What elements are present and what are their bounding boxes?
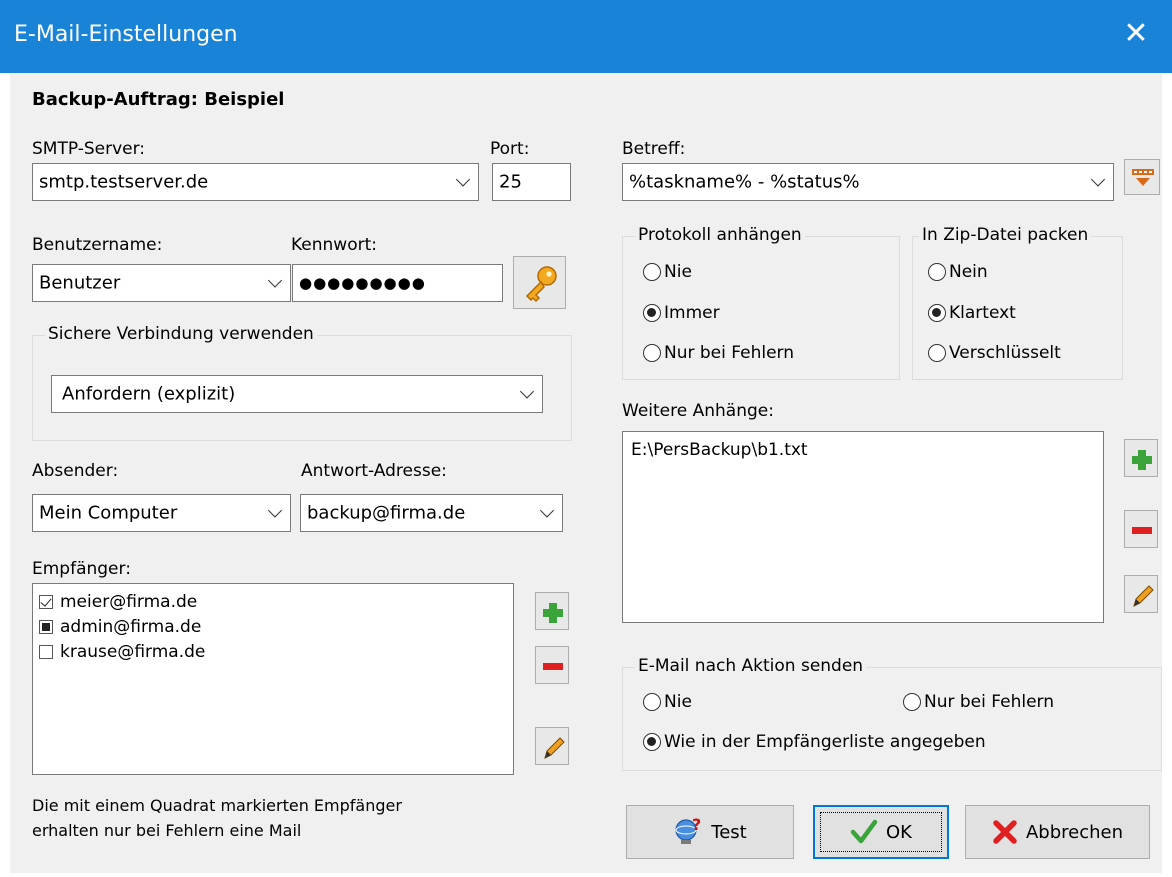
test-button-label: Test [711, 821, 747, 843]
password-input[interactable]: ●●●●●●●●● [292, 264, 503, 302]
placeholder-menu-button[interactable] [1124, 159, 1160, 195]
checkmark-icon [850, 819, 878, 844]
recipients-label: Empfänger: [32, 559, 131, 579]
test-network-icon: ? [675, 817, 702, 844]
recipient-address: krause@firma.de [60, 642, 206, 662]
zip-encrypted-radio[interactable]: Verschlüsselt [928, 343, 1061, 363]
username-value: Benutzer [39, 272, 121, 294]
ok-button-label: OK [886, 821, 912, 843]
svg-text:?: ? [692, 817, 701, 834]
chevron-down-icon [1090, 172, 1106, 187]
chevron-down-icon [455, 172, 471, 187]
recipient-address: admin@firma.de [60, 617, 202, 637]
key-button[interactable] [513, 256, 566, 309]
secure-connection-combo[interactable]: Anfordern (explizit) [51, 375, 543, 413]
attach-log-group: Protokoll anhängen Nie Immer Nur bei Feh… [622, 225, 900, 380]
attach-log-always-radio[interactable]: Immer [643, 303, 720, 323]
reply-address-combo[interactable]: backup@firma.de [300, 494, 563, 532]
attach-log-title: Protokoll anhängen [635, 225, 805, 245]
send-mail-title: E-Mail nach Aktion senden [635, 656, 867, 676]
list-item[interactable]: admin@firma.de [39, 615, 201, 639]
zip-plain-radio[interactable]: Klartext [928, 303, 1016, 323]
smtp-server-value: smtp.testserver.de [39, 171, 209, 193]
attach-log-errors-radio[interactable]: Nur bei Fehlern [643, 343, 794, 363]
send-never-radio[interactable]: Nie [643, 692, 692, 712]
add-recipient-button[interactable] [535, 592, 569, 630]
secure-connection-value: Anfordern (explizit) [62, 383, 236, 405]
smtp-server-combo[interactable]: smtp.testserver.de [32, 163, 479, 201]
window-title: E-Mail-Einstellungen [14, 22, 238, 47]
title-bar: E-Mail-Einstellungen ✕ [0, 0, 1172, 73]
chevron-down-icon [539, 503, 555, 518]
checkbox[interactable] [39, 595, 53, 609]
pencil-icon [1133, 585, 1154, 607]
recipient-address: meier@firma.de [60, 592, 198, 612]
smtp-label: SMTP-Server: [32, 139, 146, 159]
task-label: Backup-Auftrag: Beispiel [32, 89, 285, 110]
chevron-down-icon [267, 273, 283, 288]
insert-placeholder-icon [1132, 169, 1154, 186]
note-line-2: erhalten nur bei Fehlern eine Mail [32, 821, 302, 840]
list-item[interactable]: E:\PersBackup\b1.txt [631, 438, 808, 462]
test-button[interactable]: ? Test [626, 805, 794, 859]
chevron-down-icon [267, 503, 283, 518]
zip-no-radio[interactable]: Nein [928, 262, 988, 282]
port-label: Port: [490, 139, 530, 159]
note-line-1: Die mit einem Quadrat markierten Empfäng… [32, 796, 402, 815]
zip-group-title: In Zip-Datei packen [919, 225, 1092, 245]
port-input[interactable]: 25 [492, 163, 571, 201]
add-attachment-button[interactable] [1124, 439, 1158, 477]
plus-icon [543, 603, 563, 623]
attachments-label: Weitere Anhänge: [622, 401, 774, 421]
port-value: 25 [499, 171, 522, 193]
sender-combo[interactable]: Mein Computer [32, 494, 291, 532]
send-errors-radio[interactable]: Nur bei Fehlern [903, 692, 1054, 712]
remove-recipient-button[interactable] [535, 646, 569, 684]
checkbox[interactable] [39, 645, 53, 659]
username-label: Benutzername: [32, 235, 163, 255]
chevron-down-icon [519, 384, 535, 399]
sender-label: Absender: [32, 461, 119, 481]
subject-combo[interactable]: %taskname% - %status% [622, 163, 1114, 201]
dialog-body: Backup-Auftrag: Beispiel SMTP-Server: sm… [10, 73, 1162, 873]
plus-icon [1132, 450, 1152, 470]
secure-group-title: Sichere Verbindung verwenden [45, 324, 317, 344]
list-item[interactable]: krause@firma.de [39, 640, 205, 664]
remove-attachment-button[interactable] [1124, 510, 1158, 548]
minus-icon [543, 663, 563, 670]
recipients-list[interactable]: meier@firma.de admin@firma.de krause@fir… [32, 583, 514, 775]
pencil-icon [544, 737, 565, 759]
reply-address-value: backup@firma.de [307, 502, 466, 524]
sender-value: Mein Computer [39, 502, 178, 524]
cancel-button[interactable]: Abbrechen [965, 805, 1150, 859]
password-value: ●●●●●●●●● [299, 274, 426, 292]
cancel-x-icon [993, 820, 1017, 844]
password-label: Kennwort: [291, 235, 377, 255]
attach-log-never-radio[interactable]: Nie [643, 262, 692, 282]
edit-recipient-button[interactable] [535, 727, 569, 765]
subject-label: Betreff: [622, 139, 686, 159]
key-icon [525, 266, 557, 303]
ok-button[interactable]: OK [813, 805, 949, 859]
checkbox[interactable] [39, 620, 53, 634]
send-mail-group: E-Mail nach Aktion senden Nie Nur bei Fe… [622, 656, 1162, 771]
subject-value: %taskname% - %status% [629, 171, 860, 193]
send-per-recipient-radio[interactable]: Wie in der Empfängerliste angegeben [643, 732, 986, 752]
close-icon[interactable]: ✕ [1118, 16, 1154, 52]
attachments-list[interactable]: E:\PersBackup\b1.txt [622, 431, 1104, 623]
minus-icon [1132, 527, 1152, 534]
edit-attachment-button[interactable] [1124, 575, 1158, 613]
reply-label: Antwort-Adresse: [301, 461, 447, 481]
secure-connection-group: Sichere Verbindung verwenden Anfordern (… [32, 324, 572, 441]
cancel-button-label: Abbrechen [1025, 821, 1124, 843]
list-item[interactable]: meier@firma.de [39, 590, 197, 614]
zip-group: In Zip-Datei packen Nein Klartext Versch… [912, 225, 1123, 380]
username-combo[interactable]: Benutzer [32, 264, 291, 302]
